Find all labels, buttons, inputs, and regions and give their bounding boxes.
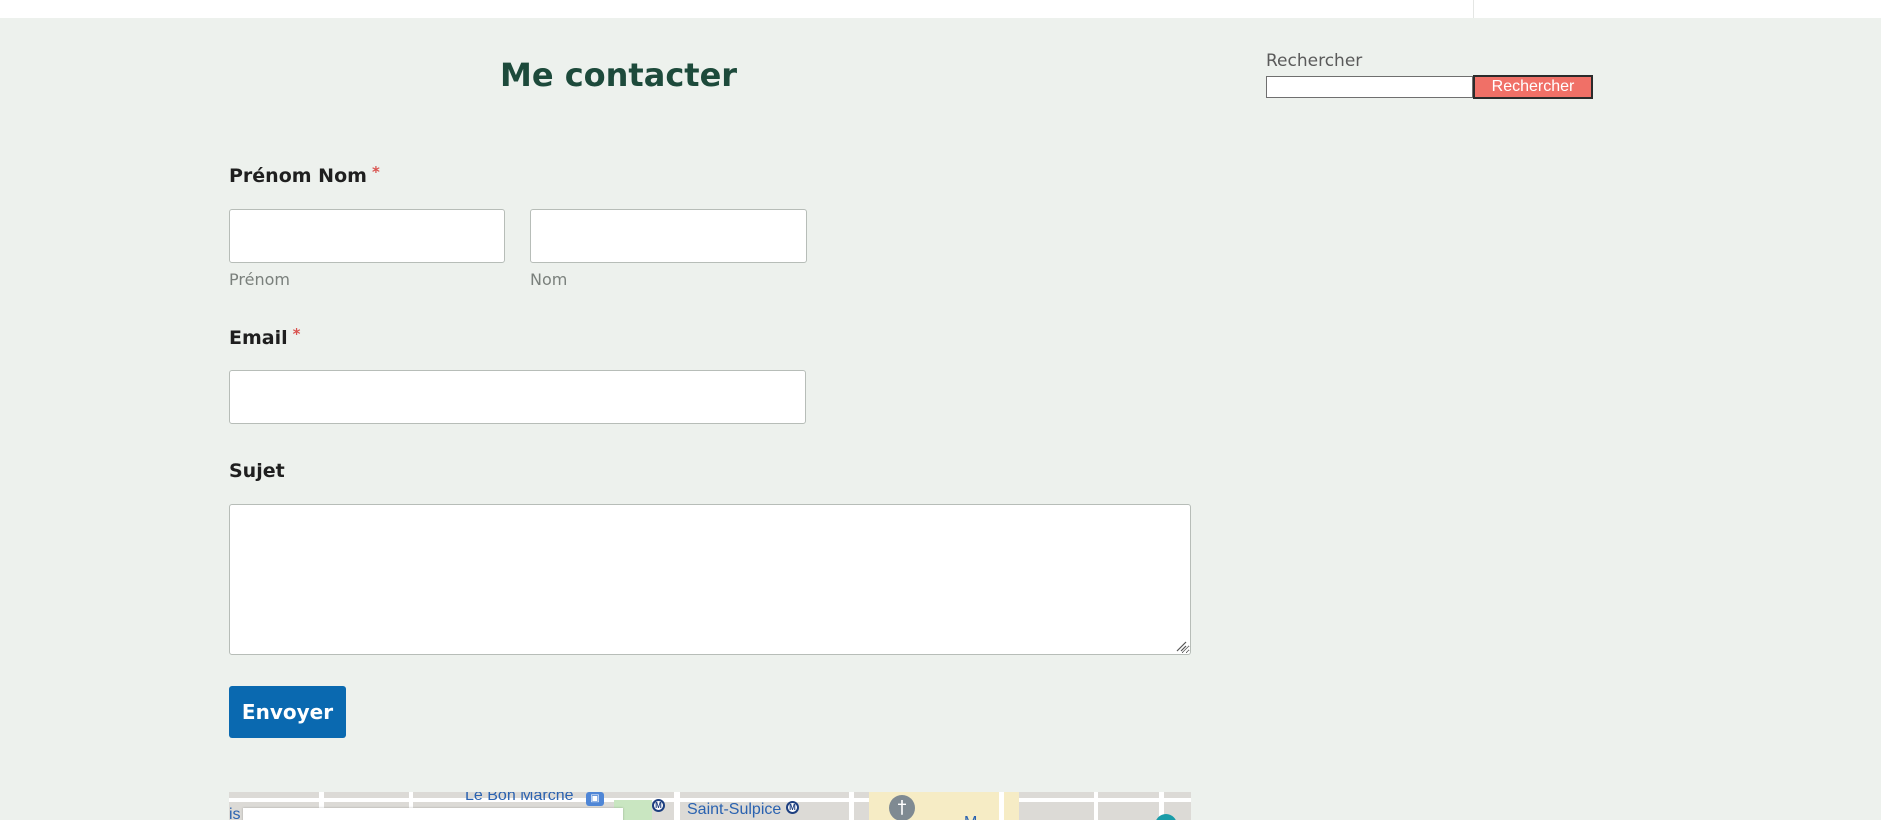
map-road bbox=[999, 792, 1004, 820]
map-label-saint-sulpice: Saint-Sulpice bbox=[687, 801, 782, 818]
metro-icon: M bbox=[786, 801, 799, 814]
map-label-bon-marche: Le Bon Marché bbox=[465, 792, 574, 804]
submit-button[interactable]: Envoyer bbox=[229, 686, 346, 738]
shop-icon: ▣ bbox=[586, 792, 604, 806]
last-name-sublabel: Nom bbox=[530, 270, 568, 289]
email-input[interactable] bbox=[229, 370, 806, 424]
required-marker: * bbox=[371, 163, 380, 181]
map-label-cut: M bbox=[964, 814, 977, 820]
top-bar bbox=[0, 0, 1881, 18]
subject-field-label: Sujet bbox=[229, 460, 285, 482]
map-label-edge: is bbox=[229, 806, 241, 820]
name-label-text: Prénom Nom bbox=[229, 165, 367, 187]
first-name-input[interactable] bbox=[229, 209, 505, 263]
name-field-label: Prénom Nom * bbox=[229, 163, 380, 187]
required-marker: * bbox=[292, 325, 301, 343]
map-info-box[interactable] bbox=[243, 808, 623, 820]
map-road bbox=[674, 792, 680, 820]
cemetery-cross-icon: † bbox=[889, 795, 915, 820]
top-bar-divider bbox=[1473, 0, 1474, 18]
resize-grip-icon[interactable] bbox=[1175, 640, 1187, 652]
search-input[interactable] bbox=[1266, 76, 1473, 98]
first-name-sublabel: Prénom bbox=[229, 270, 290, 289]
last-name-input[interactable] bbox=[530, 209, 807, 263]
email-label-text: Email bbox=[229, 327, 288, 349]
search-button[interactable]: Rechercher bbox=[1473, 75, 1593, 99]
page-title: Me contacter bbox=[500, 56, 738, 94]
email-field-label: Email * bbox=[229, 325, 301, 349]
search-label: Rechercher bbox=[1266, 51, 1363, 71]
metro-icon: M bbox=[652, 799, 665, 812]
embedded-map[interactable]: is Le Bon Marché ▣ M Saint-Sulpice M † M bbox=[229, 792, 1191, 820]
map-road bbox=[1094, 792, 1098, 820]
subject-textarea[interactable] bbox=[229, 504, 1191, 655]
map-road bbox=[849, 792, 854, 820]
